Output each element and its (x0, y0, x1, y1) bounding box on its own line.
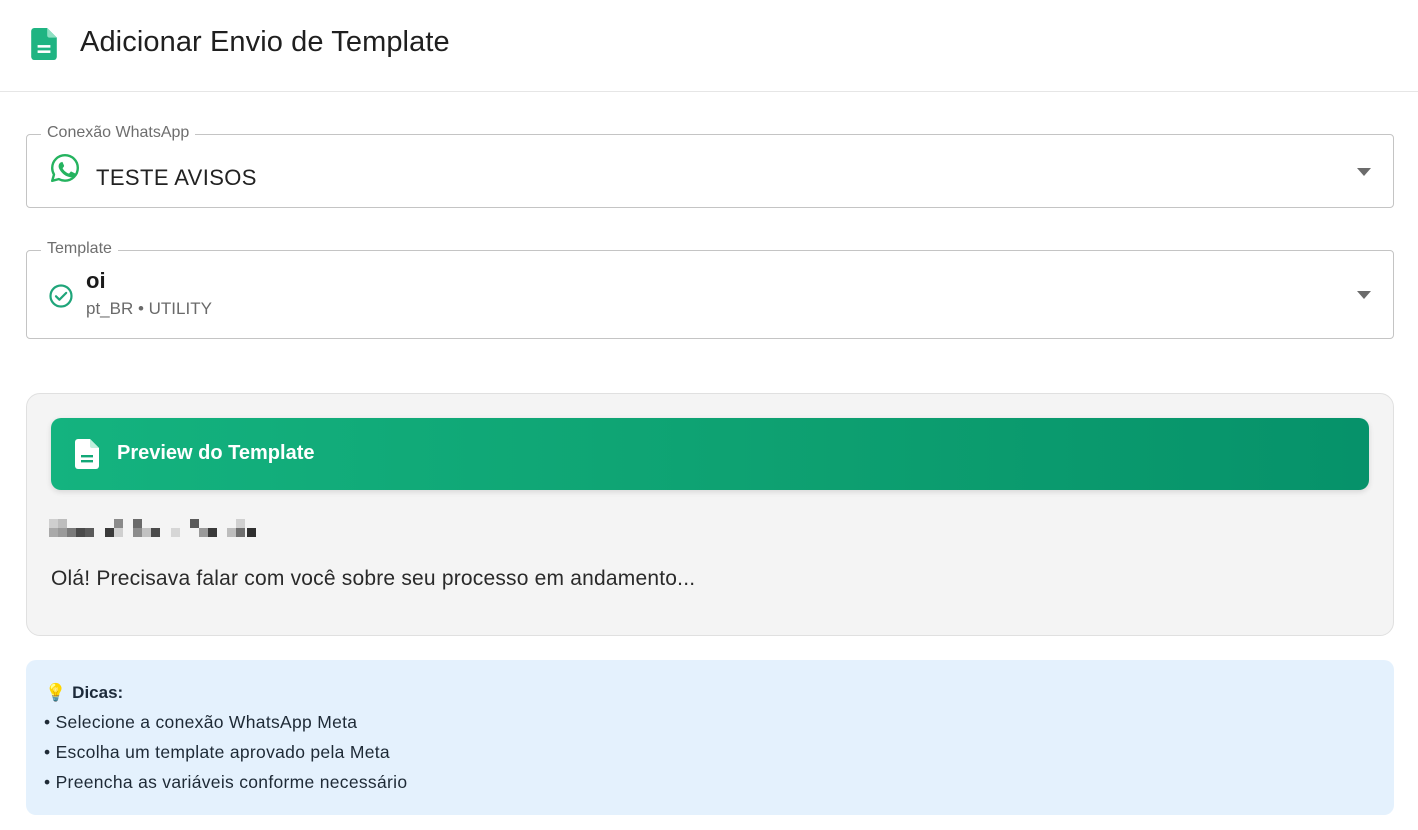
preview-body-text: Olá! Precisava falar com você sobre seu … (51, 567, 696, 590)
tips-title: 💡 Dicas: (45, 683, 123, 703)
template-label: Template (41, 240, 118, 258)
check-circle-icon (49, 284, 73, 308)
connection-value: TESTE AVISOS (96, 165, 257, 190)
tip-item: • Selecione a conexão WhatsApp Meta (44, 712, 358, 732)
connection-label: Conexão WhatsApp (41, 124, 196, 142)
preview-header: Preview do Template (51, 418, 1369, 490)
page-header: Adicionar Envio de Template (0, 0, 1418, 92)
template-preview-card: Preview do Template Olá! Precisava falar… (26, 393, 1394, 636)
whatsapp-icon (51, 154, 79, 182)
lightbulb-icon: 💡 (45, 683, 67, 702)
template-meta: pt_BR • UTILITY (86, 299, 212, 318)
chevron-down-icon[interactable] (1357, 291, 1371, 299)
redacted-text (49, 519, 269, 539)
tip-item: • Preencha as variáveis conforme necessá… (44, 772, 408, 792)
document-icon (75, 439, 99, 469)
connection-select[interactable]: Conexão WhatsApp TESTE AVISOS (26, 124, 1394, 208)
preview-title: Preview do Template (117, 442, 315, 464)
tips-title-text: Dicas: (72, 683, 124, 702)
document-icon (31, 28, 57, 60)
chevron-down-icon[interactable] (1357, 168, 1371, 176)
tip-item: • Escolha um template aprovado pela Meta (44, 742, 390, 762)
page-title: Adicionar Envio de Template (80, 26, 450, 58)
template-name: oi (86, 268, 106, 293)
template-select[interactable]: Template oi pt_BR • UTILITY (26, 240, 1394, 339)
tips-panel: 💡 Dicas: • Selecione a conexão WhatsApp M… (26, 660, 1394, 815)
